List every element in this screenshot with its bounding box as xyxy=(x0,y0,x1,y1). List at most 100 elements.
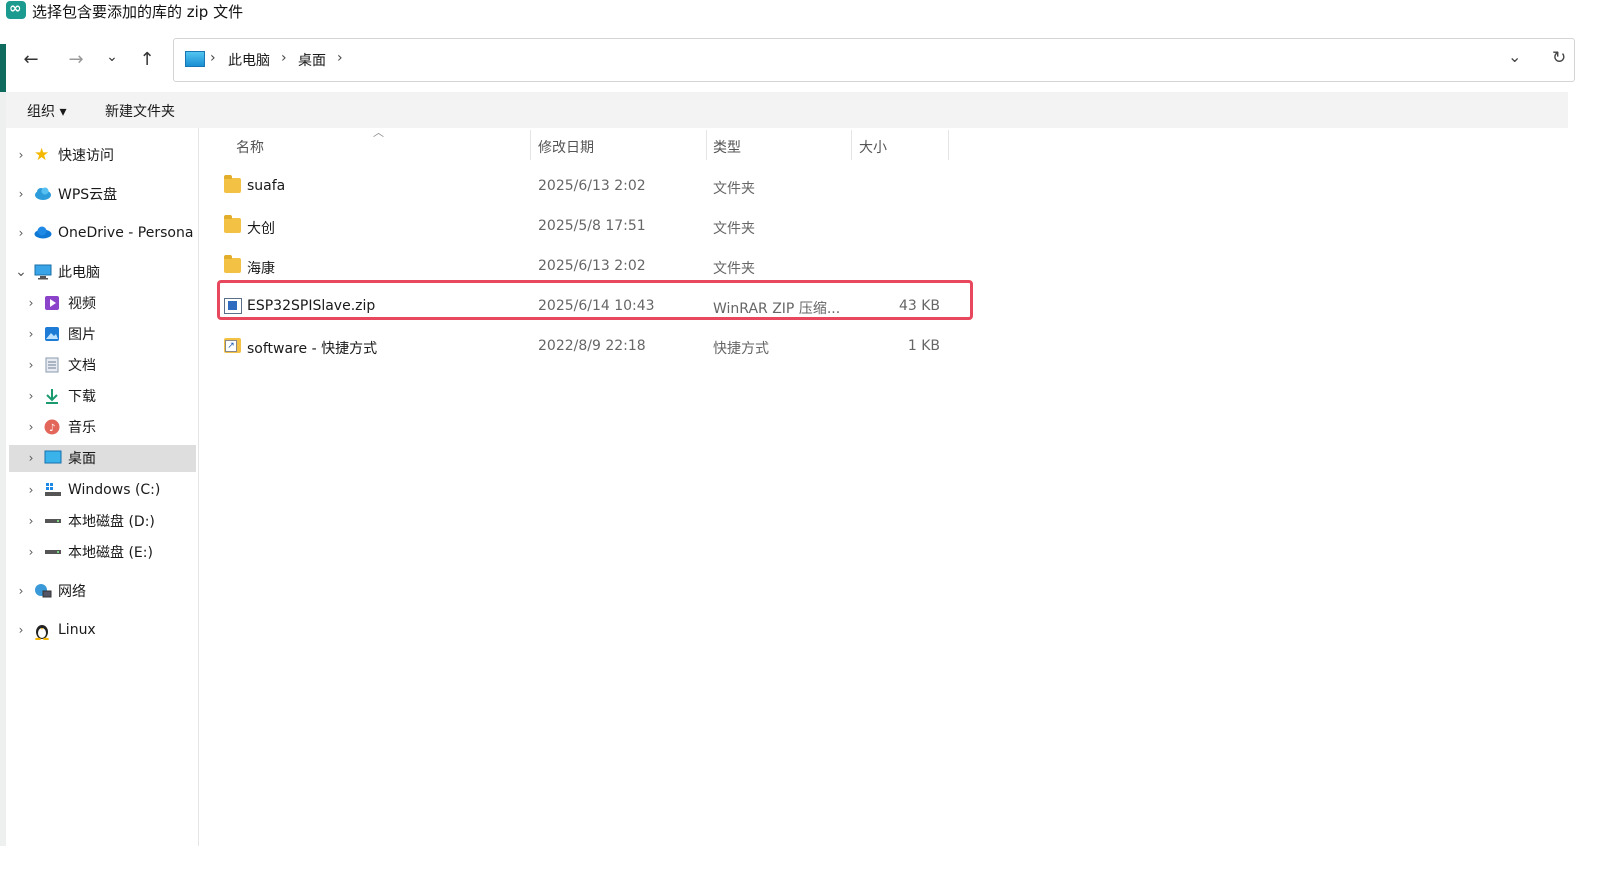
computer-icon xyxy=(34,264,52,280)
folder-icon xyxy=(224,175,241,193)
chevron-right-icon[interactable]: › xyxy=(14,623,28,637)
sidebar-item-label: 文档 xyxy=(68,358,96,374)
file-row-dachuang[interactable]: 大创 2025/5/8 17:51 文件夹 xyxy=(218,209,953,243)
annotation-highlight-box xyxy=(217,280,973,320)
window-accent-bar xyxy=(0,44,6,92)
command-bar xyxy=(6,92,1568,128)
sidebar-item-network[interactable]: › 网络 xyxy=(14,577,86,605)
recent-locations-button[interactable]: ⌄ xyxy=(97,42,127,72)
folder-icon xyxy=(224,215,241,233)
chevron-right-icon[interactable]: › xyxy=(24,296,38,310)
file-name: 海康 xyxy=(247,261,275,277)
picture-icon xyxy=(44,326,62,342)
sidebar-item-label: Windows (C:) xyxy=(68,482,161,498)
sidebar-item-label: OneDrive - Persona xyxy=(58,225,194,241)
file-row-software-shortcut[interactable]: software - 快捷方式 2022/8/9 22:18 快捷方式 1 KB xyxy=(218,329,953,363)
chevron-down-icon[interactable]: ⌄ xyxy=(14,264,28,280)
sidebar-item-label: 下载 xyxy=(68,389,96,405)
sidebar-item-drive-c[interactable]: › Windows (C:) xyxy=(24,476,161,504)
onedrive-cloud-icon xyxy=(34,225,52,241)
sidebar-item-label: 网络 xyxy=(58,584,86,600)
sidebar-item-videos[interactable]: › 视频 xyxy=(24,289,96,317)
column-divider[interactable] xyxy=(530,130,531,160)
sidebar-item-wps-cloud[interactable]: › WPS云盘 xyxy=(14,180,118,208)
chevron-right-icon[interactable]: › xyxy=(24,545,38,559)
sort-ascending-icon: ︿ xyxy=(373,126,384,139)
chevron-right-icon[interactable]: › xyxy=(24,451,38,465)
sidebar-item-label: 本地磁盘 (E:) xyxy=(68,545,153,561)
sidebar-item-music[interactable]: › ♪ 音乐 xyxy=(24,413,96,441)
sidebar-item-label: 视频 xyxy=(68,296,96,312)
music-icon: ♪ xyxy=(44,419,62,435)
back-arrow-icon: ← xyxy=(23,48,39,70)
network-icon xyxy=(34,583,52,599)
shortcut-icon xyxy=(224,338,241,353)
sidebar-item-downloads[interactable]: › 下载 xyxy=(24,382,96,410)
up-button[interactable]: ↑ xyxy=(132,44,162,74)
cloud-icon xyxy=(34,186,52,202)
chevron-right-icon[interactable]: › xyxy=(14,148,28,162)
column-divider[interactable] xyxy=(851,130,852,160)
address-dropdown-icon[interactable]: ⌄ xyxy=(1508,47,1521,66)
forward-button[interactable]: → xyxy=(61,44,91,74)
desktop-location-icon xyxy=(185,51,205,67)
back-button[interactable]: ← xyxy=(16,44,46,74)
chevron-right-icon[interactable]: › xyxy=(24,327,38,341)
video-icon xyxy=(44,295,62,311)
column-header-type[interactable]: 类型 xyxy=(713,137,741,157)
breadcrumb-desktop[interactable]: 桌面 xyxy=(298,50,326,70)
chevron-right-icon[interactable]: › xyxy=(14,187,28,201)
file-modified: 2025/6/13 2:02 xyxy=(538,258,646,274)
file-type: 文件夹 xyxy=(713,221,755,237)
file-modified: 2025/6/13 2:02 xyxy=(538,178,646,194)
chevron-right-icon[interactable]: › xyxy=(24,389,38,403)
file-size: 1 KB xyxy=(907,338,940,354)
file-modified: 2025/5/8 17:51 xyxy=(538,218,646,234)
sidebar-item-label: 桌面 xyxy=(68,451,96,467)
breadcrumb-separator[interactable]: › xyxy=(337,50,343,66)
sidebar-item-label: WPS云盘 xyxy=(58,187,118,203)
breadcrumb-this-pc[interactable]: 此电脑 xyxy=(228,50,270,70)
chevron-right-icon[interactable]: › xyxy=(14,584,28,598)
breadcrumb-separator: › xyxy=(210,50,216,66)
file-type: 快捷方式 xyxy=(713,341,769,357)
file-modified: 2022/8/9 22:18 xyxy=(538,338,646,354)
sidebar-item-quick-access[interactable]: › ★ 快速访问 xyxy=(14,141,114,169)
chevron-right-icon[interactable]: › xyxy=(24,358,38,372)
sidebar-item-this-pc[interactable]: ⌄ 此电脑 xyxy=(14,258,100,286)
sidebar-item-documents[interactable]: › 文档 xyxy=(24,351,96,379)
refresh-icon[interactable]: ↻ xyxy=(1552,48,1566,68)
file-name: 大创 xyxy=(247,221,275,237)
desktop-icon xyxy=(44,450,62,466)
sidebar-item-label: 此电脑 xyxy=(58,265,100,281)
breadcrumb-separator[interactable]: › xyxy=(281,50,287,66)
new-folder-button[interactable]: 新建文件夹 xyxy=(105,101,175,121)
organize-button[interactable]: 组织 ▾ xyxy=(27,101,66,121)
sidebar-item-onedrive[interactable]: › OneDrive - Persona xyxy=(14,219,194,247)
chevron-right-icon[interactable]: › xyxy=(24,483,38,497)
folder-icon xyxy=(224,255,241,273)
sidebar-item-desktop[interactable]: › 桌面 xyxy=(24,444,96,472)
sidebar-item-label: 本地磁盘 (D:) xyxy=(68,514,155,530)
file-name: software - 快捷方式 xyxy=(247,341,378,357)
sidebar-item-pictures[interactable]: › 图片 xyxy=(24,320,96,348)
chevron-right-icon[interactable]: › xyxy=(24,514,38,528)
sidebar-item-drive-d[interactable]: › 本地磁盘 (D:) xyxy=(24,507,155,535)
file-row-haikang[interactable]: 海康 2025/6/13 2:02 文件夹 xyxy=(218,249,953,283)
column-divider[interactable] xyxy=(948,130,949,160)
address-bar[interactable] xyxy=(173,38,1575,82)
column-header-modified[interactable]: 修改日期 xyxy=(538,137,594,157)
column-header-name[interactable]: 名称 xyxy=(236,137,264,157)
windows-drive-icon xyxy=(44,482,62,498)
sidebar-item-linux[interactable]: › Linux xyxy=(14,616,96,644)
column-header-size[interactable]: 大小 xyxy=(859,137,887,157)
hard-drive-icon xyxy=(44,513,62,529)
column-divider[interactable] xyxy=(706,130,707,160)
forward-arrow-icon: → xyxy=(68,48,84,70)
chevron-right-icon[interactable]: › xyxy=(24,420,38,434)
sidebar-item-drive-e[interactable]: › 本地磁盘 (E:) xyxy=(24,538,153,566)
file-type: 文件夹 xyxy=(713,181,755,197)
chevron-right-icon[interactable]: › xyxy=(14,226,28,240)
star-icon: ★ xyxy=(34,145,50,165)
file-row-suafa[interactable]: suafa 2025/6/13 2:02 文件夹 xyxy=(218,169,953,203)
